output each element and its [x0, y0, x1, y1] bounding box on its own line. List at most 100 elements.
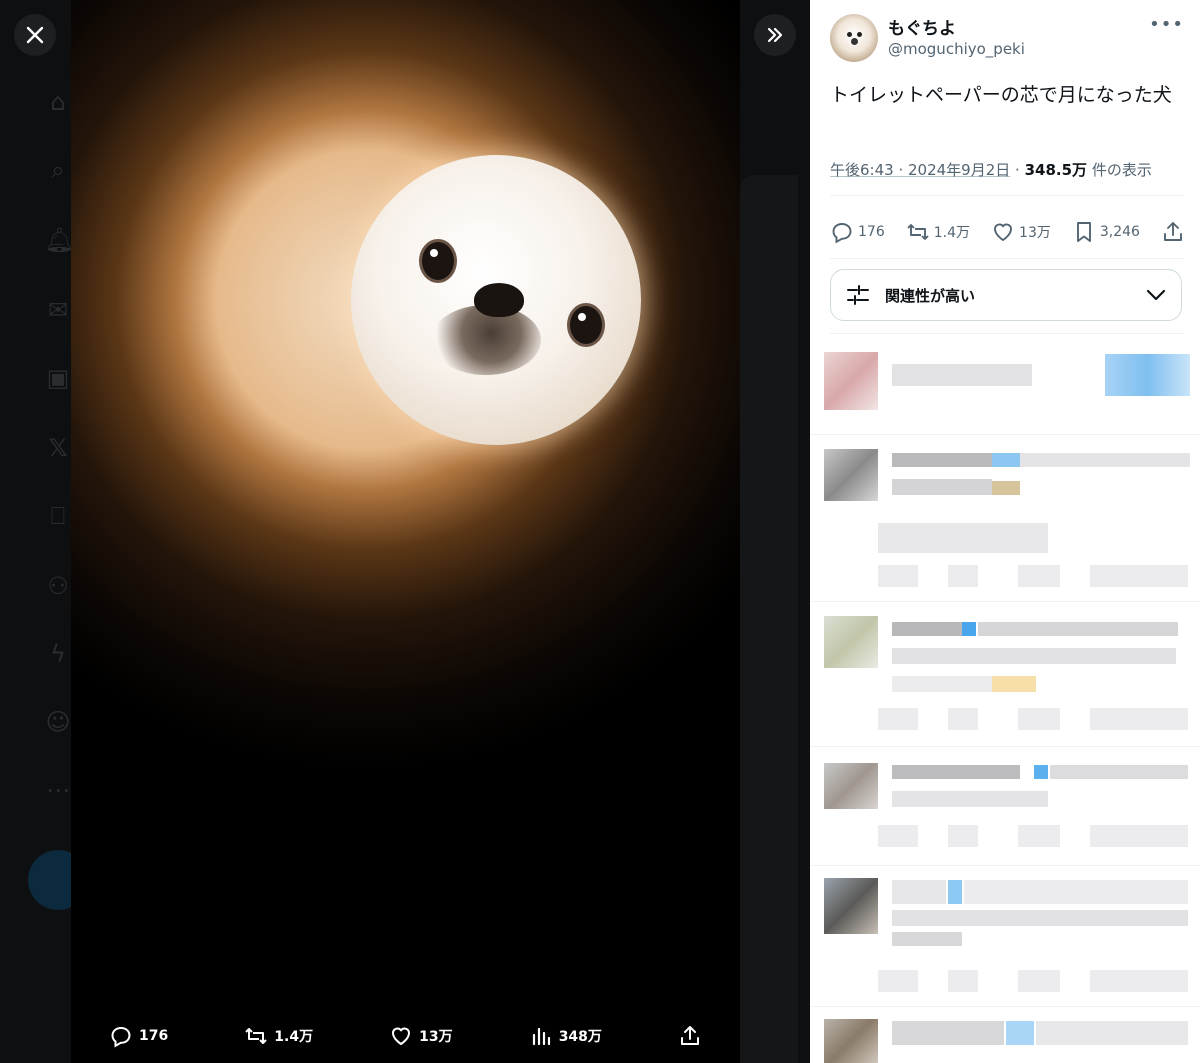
media-reply-button[interactable]: 176	[109, 1024, 168, 1048]
like-count: 13万	[1019, 225, 1051, 241]
mosaic-handle	[978, 622, 1178, 636]
messages-icon: ✉	[47, 296, 69, 324]
more-dots-icon: •••	[1149, 14, 1184, 35]
mosaic-handle	[1020, 453, 1190, 467]
media-views-button[interactable]: 348万	[529, 1024, 602, 1048]
mosaic-badge	[948, 880, 962, 904]
repost-icon	[245, 1027, 268, 1044]
mosaic-action	[948, 825, 978, 847]
media-share-button[interactable]	[678, 1024, 702, 1048]
reply-sort-dropdown[interactable]: 関連性が高い	[830, 269, 1182, 321]
tweet-action-bar: 176 1.4万 13万 3,246	[830, 212, 1185, 252]
mosaic-badge	[1006, 1021, 1034, 1045]
mosaic-text	[892, 791, 1048, 807]
media-repost-button[interactable]: 1.4万	[244, 1024, 313, 1048]
reply-button[interactable]: 176	[830, 220, 885, 244]
avatar	[824, 763, 878, 809]
mosaic-badge	[962, 622, 976, 636]
dog-right-eye	[567, 303, 605, 347]
user-handle[interactable]: @moguchiyo_peki	[888, 40, 1025, 58]
dog-left-eye	[419, 239, 457, 283]
repost-icon	[907, 224, 929, 240]
avatar	[824, 616, 878, 668]
mosaic-text	[892, 676, 992, 692]
bookmark-icon	[1076, 222, 1091, 242]
avatar	[824, 1019, 878, 1063]
tweet-timestamp[interactable]: 午後6:43 · 2024年9月2日	[830, 161, 1010, 179]
mosaic-action	[948, 565, 978, 587]
dog-nose	[474, 283, 524, 317]
reply-item-obscured[interactable]	[810, 340, 1200, 435]
mosaic-name	[892, 364, 1032, 386]
dog-moon-face	[351, 155, 641, 445]
divider	[830, 195, 1185, 196]
bookmark-count: 3,246	[1099, 224, 1140, 240]
communities-icon: ⚇	[47, 572, 69, 600]
close-button[interactable]	[14, 14, 56, 56]
reply-item-obscured[interactable]	[810, 747, 1200, 866]
avatar	[824, 878, 878, 934]
media-action-bar: 176 1.4万 13万 348万	[71, 1008, 740, 1063]
reply-item-obscured[interactable]	[810, 435, 1200, 602]
sort-label: 関連性が高い	[885, 286, 976, 305]
tweet-photo[interactable]	[71, 0, 740, 1063]
avatar	[824, 352, 878, 410]
mosaic-action	[1090, 825, 1188, 847]
media-reply-count: 176	[139, 1027, 169, 1044]
search-icon: ⌕	[51, 156, 65, 184]
mosaic-handle	[964, 880, 1188, 904]
tweet-detail-panel: もぐちよ @moguchiyo_peki ••• トイレットペーパーの芯で月にな…	[810, 0, 1200, 1063]
lightning-icon: ϟ	[50, 640, 66, 668]
mosaic-handle	[1036, 1021, 1188, 1045]
reply-icon	[832, 223, 852, 244]
mosaic-action	[878, 970, 918, 992]
mosaic-action	[1090, 970, 1188, 992]
avatar[interactable]	[830, 14, 878, 62]
sliders-icon	[847, 285, 869, 305]
home-icon: ⌂	[50, 88, 66, 116]
reply-item-obscured[interactable]	[810, 866, 1200, 1007]
mosaic-follow-button	[1105, 354, 1190, 396]
heart-icon	[392, 1027, 411, 1045]
expand-button[interactable]	[754, 14, 796, 56]
mosaic-action	[878, 825, 918, 847]
mosaic-name	[892, 765, 1020, 779]
divider	[830, 258, 1185, 259]
profile-icon: ☺	[45, 708, 71, 736]
like-button[interactable]: 13万	[991, 220, 1051, 244]
repost-button[interactable]: 1.4万	[906, 220, 970, 244]
avatar	[824, 449, 878, 501]
reply-item-obscured[interactable]	[810, 602, 1200, 747]
x-logo-icon: 𝕏	[48, 434, 68, 462]
mosaic-handle	[1050, 765, 1188, 779]
close-icon	[26, 26, 44, 44]
media-viewer: ⌂ ⌕ 🔔︎ ✉ ▣ 𝕏 ⎕ ⚇ ϟ ☺ ⋯ 176 1.4万 13万 348万	[0, 0, 810, 1063]
bookmark-button[interactable]: 3,246	[1072, 220, 1140, 244]
reply-item-obscured[interactable]	[810, 1007, 1200, 1063]
mosaic-text	[878, 523, 1048, 553]
views-label: 件の表示	[1091, 161, 1152, 179]
mosaic-name	[892, 453, 992, 467]
mosaic-action	[1018, 708, 1060, 730]
mosaic-action	[1018, 825, 1060, 847]
mosaic-badge	[1034, 765, 1048, 779]
mosaic-action	[1018, 970, 1060, 992]
media-like-count: 13万	[419, 1028, 453, 1045]
media-repost-count: 1.4万	[274, 1028, 314, 1045]
reply-icon	[111, 1026, 131, 1047]
mosaic-action	[1018, 565, 1060, 587]
mosaic-badge	[992, 453, 1020, 467]
media-views-count: 348万	[558, 1028, 602, 1045]
mosaic-text	[892, 479, 992, 495]
display-name[interactable]: もぐちよ	[888, 14, 956, 39]
background-panel-ghost	[740, 175, 798, 1063]
repost-count: 1.4万	[933, 225, 971, 241]
mosaic-name	[892, 622, 962, 636]
mosaic-action	[878, 565, 918, 587]
views-count: 348.5万	[1024, 161, 1088, 179]
share-button[interactable]	[1161, 220, 1185, 244]
more-options-button[interactable]: •••	[1149, 14, 1184, 35]
mosaic-action	[948, 708, 978, 730]
share-icon	[680, 1025, 699, 1045]
media-like-button[interactable]: 13万	[389, 1024, 453, 1048]
